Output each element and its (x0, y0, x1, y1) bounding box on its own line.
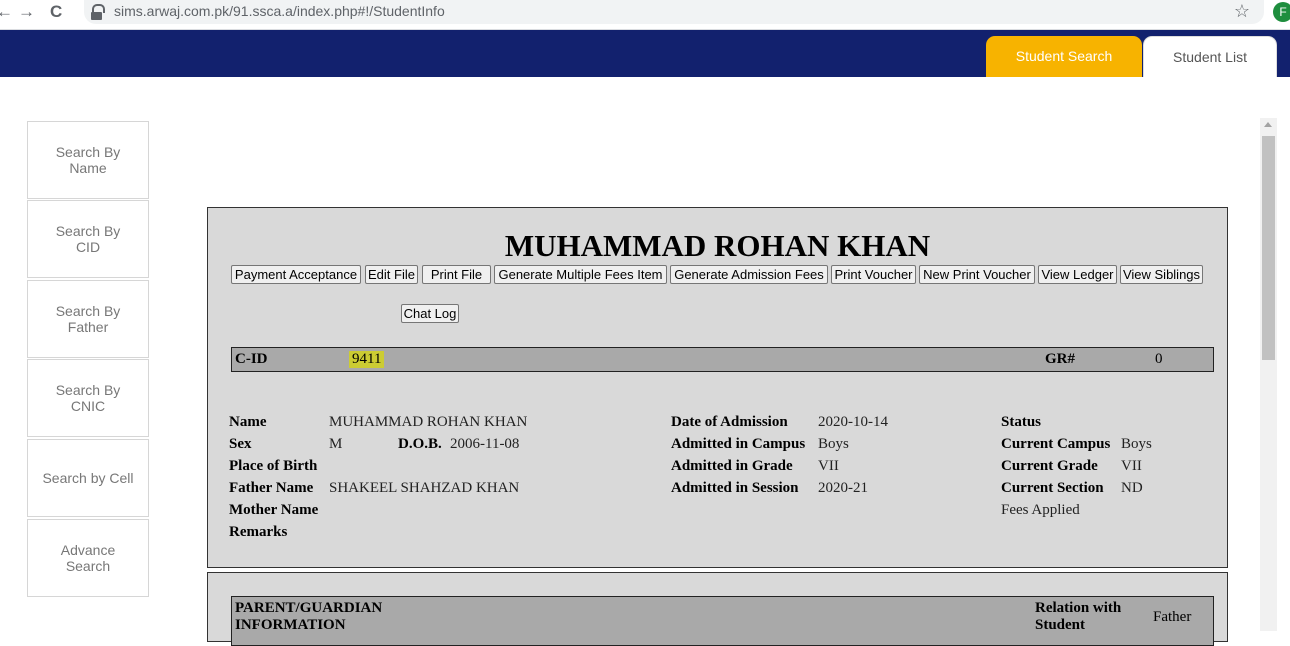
mother-name-label: Mother Name (229, 502, 319, 518)
vertical-scrollbar[interactable] (1260, 118, 1277, 631)
search-by-father-button[interactable]: Search By Father (27, 280, 149, 358)
gr-label: GR# (1045, 351, 1075, 367)
current-section-value: ND (1121, 480, 1143, 496)
current-grade-label: Current Grade (1001, 458, 1098, 474)
print-file-button[interactable]: Print File (422, 265, 491, 284)
edit-file-button[interactable]: Edit File (365, 265, 418, 284)
admitted-grade-value: VII (818, 458, 839, 474)
current-grade-value: VII (1121, 458, 1142, 474)
relation-label-line1: Relation with (1035, 600, 1122, 616)
lock-icon (91, 4, 105, 20)
sex-value: M (329, 436, 343, 452)
scroll-up-arrow-icon[interactable] (1264, 122, 1272, 127)
father-name-value: SHAKEEL SHAHZAD KHAN (329, 480, 520, 496)
generate-multiple-fees-item-button[interactable]: Generate Multiple Fees Item (494, 265, 667, 284)
search-by-name-button[interactable]: Search By Name (27, 121, 149, 199)
student-name-title: MUHAMMAD ROHAN KHAN (504, 228, 931, 263)
sex-label: Sex (229, 436, 252, 452)
view-ledger-button[interactable]: View Ledger (1038, 265, 1117, 284)
cid-label: C-ID (235, 351, 268, 367)
payment-acceptance-button[interactable]: Payment Acceptance (231, 265, 361, 284)
address-bar[interactable]: sims.arwaj.com.pk/91.ssca.a/index.php#!/… (84, 0, 1264, 24)
cid-value: 9411 (349, 351, 385, 368)
place-of-birth-label: Place of Birth (229, 458, 318, 474)
scroll-thumb[interactable] (1262, 136, 1275, 360)
current-section-label: Current Section (1001, 480, 1104, 496)
dob-value: 2006-11-08 (450, 436, 520, 452)
print-voucher-button[interactable]: Print Voucher (831, 265, 916, 284)
tab-student-list[interactable]: Student List (1143, 36, 1277, 77)
browser-toolbar: ← → C sims.arwaj.com.pk/91.ssca.a/index.… (0, 0, 1290, 30)
bookmark-star-icon[interactable]: ☆ (1234, 1, 1250, 22)
gr-value: 0 (1155, 351, 1163, 367)
back-arrow-icon[interactable]: ← (0, 2, 13, 22)
guardian-heading-line2: INFORMATION (235, 617, 346, 633)
guardian-info-panel: PARENT/GUARDIAN INFORMATION Relation wit… (207, 572, 1228, 646)
search-by-cnic-button[interactable]: Search By CNIC (27, 359, 149, 437)
admitted-session-value: 2020-21 (818, 480, 868, 496)
current-campus-label: Current Campus (1001, 436, 1111, 452)
new-print-voucher-button[interactable]: New Print Voucher (919, 265, 1035, 284)
app-header: Student Search Student List (0, 30, 1290, 77)
date-of-admission-label: Date of Admission (671, 414, 788, 430)
profile-avatar[interactable]: F (1273, 2, 1290, 22)
tab-student-search[interactable]: Student Search (986, 36, 1142, 77)
date-of-admission-value: 2020-10-14 (818, 414, 888, 430)
id-bar: C-ID 9411 GR# 0 (231, 347, 1214, 372)
dob-label: D.O.B. (398, 436, 442, 452)
advance-search-button[interactable]: Advance Search (27, 519, 149, 597)
admitted-session-label: Admitted in Session (671, 480, 799, 496)
view-siblings-button[interactable]: View Siblings (1120, 265, 1203, 284)
status-label: Status (1001, 414, 1042, 430)
guardian-heading-line1: PARENT/GUARDIAN (235, 600, 383, 616)
chat-log-button[interactable]: Chat Log (401, 304, 459, 323)
admitted-campus-value: Boys (818, 436, 849, 452)
reload-icon[interactable]: C (50, 2, 62, 22)
search-by-cid-button[interactable]: Search By CID (27, 200, 149, 278)
admitted-grade-label: Admitted in Grade (671, 458, 793, 474)
name-label: Name (229, 414, 267, 430)
generate-admission-fees-button[interactable]: Generate Admission Fees (670, 265, 828, 284)
guardian-bar: PARENT/GUARDIAN INFORMATION Relation wit… (231, 596, 1214, 646)
current-campus-value: Boys (1121, 436, 1152, 452)
relation-value: Father (1153, 609, 1192, 625)
student-info-panel: MUHAMMAD ROHAN KHAN Payment Acceptance E… (207, 207, 1228, 568)
url-text[interactable]: sims.arwaj.com.pk/91.ssca.a/index.php#!/… (114, 3, 445, 19)
forward-arrow-icon[interactable]: → (18, 2, 35, 22)
father-name-label: Father Name (229, 480, 314, 496)
fees-applied-text: Fees Applied (1001, 502, 1080, 518)
name-value: MUHAMMAD ROHAN KHAN (329, 414, 528, 430)
admitted-campus-label: Admitted in Campus (671, 436, 806, 452)
search-by-cell-button[interactable]: Search by Cell (27, 439, 149, 517)
remarks-label: Remarks (229, 524, 288, 540)
relation-label-line2: Student (1035, 617, 1086, 633)
